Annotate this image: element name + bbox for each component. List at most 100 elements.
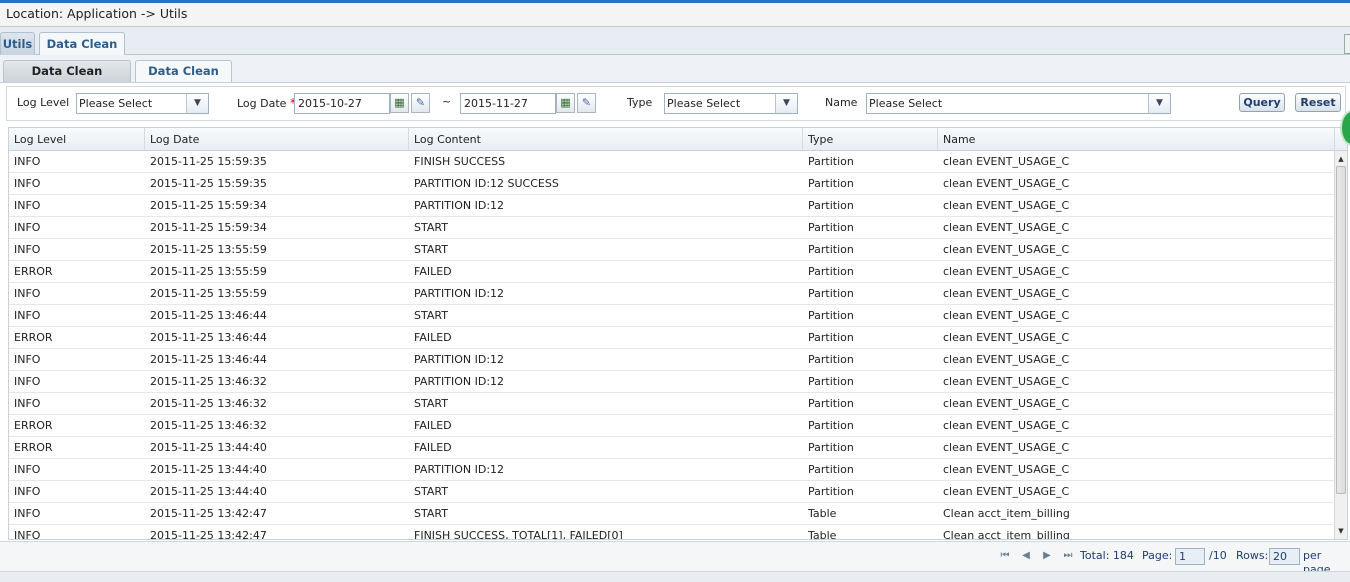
panel-collapse-button[interactable] bbox=[1344, 34, 1350, 54]
table-row[interactable]: ERROR 2015-11-25 13:46:44 FAILED Partition c… bbox=[9, 327, 1335, 349]
cell-log-level: INFO bbox=[14, 463, 41, 476]
cell-log-date: 2015-11-25 13:46:32 bbox=[150, 375, 267, 388]
table-vertical-scrollbar[interactable]: ▲ ▼ bbox=[1334, 151, 1347, 539]
table-row[interactable]: INFO 2015-11-25 13:42:47 START Table Clean a… bbox=[9, 503, 1335, 525]
cell-log-content: PARTITION ID:12 SUCCESS bbox=[414, 177, 559, 190]
pagination-bar: ⏮ ◀ ▶ ⏭ Total: 184 Page: 1 /10 Rows: 20 … bbox=[0, 541, 1350, 576]
cell-log-level: INFO bbox=[14, 529, 41, 540]
page-label: Page: bbox=[1142, 549, 1173, 562]
column-header-log-content[interactable]: Log Content bbox=[409, 128, 803, 151]
tab-utils[interactable]: Utils bbox=[0, 32, 35, 55]
cell-log-date: 2015-11-25 13:44:40 bbox=[150, 485, 267, 498]
chevron-down-icon[interactable]: ▼ bbox=[775, 94, 797, 113]
last-page-icon[interactable]: ⏭ bbox=[1061, 549, 1075, 563]
cell-type: Partition bbox=[808, 243, 854, 256]
cell-log-content: PARTITION ID:12 bbox=[414, 353, 505, 366]
table-row[interactable]: INFO 2015-11-25 15:59:35 FINISH SUCCESS Par… bbox=[9, 151, 1335, 173]
table-row[interactable]: INFO 2015-11-25 13:46:32 START Partition cle… bbox=[9, 393, 1335, 415]
rows-per-page-input[interactable]: 20 bbox=[1269, 548, 1300, 565]
cell-log-content: START bbox=[414, 507, 448, 520]
table-row[interactable]: INFO 2015-11-25 15:59:34 PARTITION ID:12 Pa… bbox=[9, 195, 1335, 217]
cell-type: Partition bbox=[808, 419, 854, 432]
table-row[interactable]: ERROR 2015-11-25 13:44:40 FAILED Partition c… bbox=[9, 437, 1335, 459]
first-page-icon[interactable]: ⏮ bbox=[998, 549, 1012, 563]
cell-log-level: INFO bbox=[14, 397, 41, 410]
cell-log-level: ERROR bbox=[14, 265, 53, 278]
eraser-icon[interactable]: ✎ bbox=[411, 93, 430, 113]
table-row[interactable]: INFO 2015-11-25 13:46:44 START Partition cle… bbox=[9, 305, 1335, 327]
cell-name: clean EVENT_USAGE_C bbox=[943, 221, 1070, 234]
column-header-log-date[interactable]: Log Date bbox=[145, 128, 409, 151]
cell-name: clean EVENT_USAGE_C bbox=[943, 485, 1070, 498]
cell-type: Partition bbox=[808, 177, 854, 190]
eraser-icon[interactable]: ✎ bbox=[577, 93, 596, 113]
filter-bar: Log Level Please Select ▼ Log Date * 201… bbox=[6, 86, 1346, 121]
tab-data-clean[interactable]: Data Clean bbox=[39, 32, 125, 56]
chevron-down-icon[interactable]: ▼ bbox=[186, 94, 208, 113]
chevron-down-icon[interactable]: ▼ bbox=[1148, 94, 1170, 113]
log-level-value: Please Select bbox=[79, 97, 153, 110]
table-row[interactable]: INFO 2015-11-25 13:44:40 START Partition cle… bbox=[9, 481, 1335, 503]
table-row[interactable]: INFO 2015-11-25 13:46:32 PARTITION ID:12 Pa… bbox=[9, 371, 1335, 393]
table-row[interactable]: ERROR 2015-11-25 13:46:32 FAILED Partition c… bbox=[9, 415, 1335, 437]
cell-log-content: START bbox=[414, 243, 448, 256]
log-date-label: Log Date * bbox=[237, 96, 296, 110]
page-number-input[interactable]: 1 bbox=[1175, 548, 1205, 565]
cell-log-date: 2015-11-25 13:55:59 bbox=[150, 265, 267, 278]
name-select[interactable]: Please Select ▼ bbox=[866, 93, 1171, 114]
table-row[interactable]: INFO 2015-11-25 13:55:59 PARTITION ID:12 Pa… bbox=[9, 283, 1335, 305]
cell-log-content: FAILED bbox=[414, 441, 452, 454]
table-row[interactable]: INFO 2015-11-25 13:46:44 PARTITION ID:12 Pa… bbox=[9, 349, 1335, 371]
previous-page-icon[interactable]: ◀ bbox=[1019, 549, 1033, 563]
tab-data-clean-manager[interactable]: Data Clean Manager bbox=[3, 60, 131, 99]
total-count: Total: 184 bbox=[1080, 549, 1134, 562]
name-value: Please Select bbox=[869, 97, 943, 110]
cell-log-level: INFO bbox=[14, 353, 41, 366]
scroll-down-icon[interactable]: ▼ bbox=[1335, 525, 1347, 537]
date-to-input[interactable]: 2015-11-27 bbox=[460, 93, 556, 114]
cell-name: clean EVENT_USAGE_C bbox=[943, 353, 1070, 366]
table-row[interactable]: ERROR 2015-11-25 13:55:59 FAILED Partition c… bbox=[9, 261, 1335, 283]
cell-log-level: INFO bbox=[14, 309, 41, 322]
reset-button[interactable]: Reset bbox=[1295, 93, 1341, 112]
table-row[interactable]: INFO 2015-11-25 15:59:35 PARTITION ID:12 S… bbox=[9, 173, 1335, 195]
scroll-up-icon[interactable]: ▲ bbox=[1335, 153, 1347, 165]
type-value: Please Select bbox=[667, 97, 741, 110]
sub-tab-strip: Data Clean Manager Data Clean Log bbox=[0, 55, 1350, 99]
cell-type: Partition bbox=[808, 155, 854, 168]
column-header-log-level[interactable]: Log Level bbox=[9, 128, 145, 151]
calendar-icon[interactable]: ▦ bbox=[390, 93, 409, 113]
tab-data-clean-log[interactable]: Data Clean Log bbox=[135, 60, 232, 99]
date-range-separator: ~ bbox=[442, 95, 452, 108]
cell-log-level: ERROR bbox=[14, 331, 53, 344]
page-count: /10 bbox=[1209, 549, 1227, 562]
scrollbar-thumb[interactable] bbox=[1336, 166, 1346, 494]
next-page-icon[interactable]: ▶ bbox=[1040, 549, 1054, 563]
cell-log-level: INFO bbox=[14, 177, 41, 190]
cell-log-content: PARTITION ID:12 bbox=[414, 199, 505, 212]
column-header-type[interactable]: Type bbox=[803, 128, 938, 151]
table-row[interactable]: INFO 2015-11-25 15:59:34 START Partition cle… bbox=[9, 217, 1335, 239]
cell-log-content: START bbox=[414, 309, 448, 322]
table-header: Log Level Log Date Log Content Type Name bbox=[9, 128, 1347, 151]
table-row[interactable]: INFO 2015-11-25 13:55:59 START Partition cle… bbox=[9, 239, 1335, 261]
rows-label: Rows: bbox=[1236, 549, 1269, 562]
cell-log-content: FAILED bbox=[414, 419, 452, 432]
type-select[interactable]: Please Select ▼ bbox=[664, 93, 798, 114]
cell-log-content: FAILED bbox=[414, 331, 452, 344]
cell-log-content: PARTITION ID:12 bbox=[414, 463, 505, 476]
cell-log-level: INFO bbox=[14, 221, 41, 234]
column-header-name[interactable]: Name bbox=[938, 128, 1335, 151]
top-tab-strip: Utils Data Clean bbox=[0, 27, 1350, 56]
calendar-icon[interactable]: ▦ bbox=[556, 93, 575, 113]
log-level-label: Log Level bbox=[17, 96, 70, 109]
cell-name: clean EVENT_USAGE_C bbox=[943, 419, 1070, 432]
query-button[interactable]: Query bbox=[1239, 93, 1285, 112]
cell-type: Partition bbox=[808, 199, 854, 212]
cell-log-level: INFO bbox=[14, 507, 41, 520]
table-row[interactable]: INFO 2015-11-25 13:44:40 PARTITION ID:12 Pa… bbox=[9, 459, 1335, 481]
table-row[interactable]: INFO 2015-11-25 13:42:47 FINISH SUCCESS, T… bbox=[9, 525, 1335, 540]
date-from-input[interactable]: 2015-10-27 bbox=[294, 93, 390, 114]
log-level-select[interactable]: Please Select ▼ bbox=[76, 93, 209, 114]
cell-log-level: INFO bbox=[14, 199, 41, 212]
